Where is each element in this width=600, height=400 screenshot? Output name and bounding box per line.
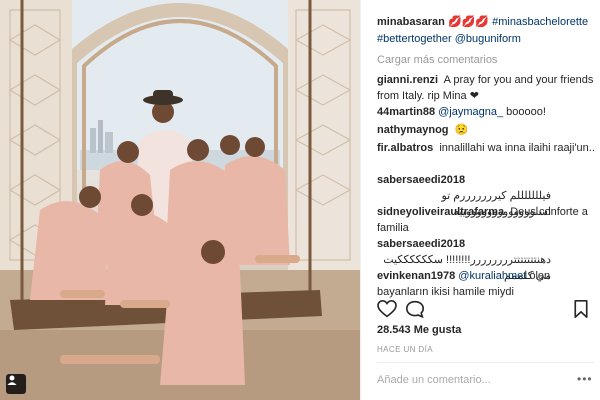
- caption-emoji: 💋💋💋: [447, 16, 490, 28]
- caption-username[interactable]: minabasaran: [377, 16, 445, 28]
- comment-username[interactable]: sabersaeedi2018: [377, 174, 465, 186]
- add-comment-input[interactable]: [377, 370, 573, 390]
- comment-mention[interactable]: @jaymagna_: [438, 106, 503, 118]
- comment-item: sidneyoliveiraultrafarma Deus conforte a…: [377, 204, 595, 236]
- bookmark-icon[interactable]: [573, 300, 589, 323]
- comment-item: nathymaynog 😟: [377, 122, 595, 138]
- post-caption: minabasaran 💋💋💋 #minasbachelorette #bett…: [377, 14, 595, 48]
- load-more-comments-link[interactable]: Cargar más comentarios: [377, 54, 497, 66]
- likes-count[interactable]: 28.543 Me gusta: [377, 324, 461, 336]
- caption-hashtag[interactable]: #minasbachelorette: [492, 16, 588, 28]
- comment-item: evinkenan1978 @kuraliahmet ölen bayanları…: [377, 268, 595, 300]
- comment-icon[interactable]: [405, 300, 425, 323]
- caption-hashtag[interactable]: #bettertogether: [377, 33, 452, 45]
- comment-username[interactable]: nathymaynog: [377, 124, 449, 136]
- photo-illustration: [0, 0, 360, 400]
- user-tag-icon[interactable]: [6, 374, 26, 394]
- heart-icon[interactable]: [377, 299, 397, 323]
- comment-text: 😟: [454, 124, 469, 136]
- comment-username[interactable]: 44martin88: [377, 106, 435, 118]
- comment-username[interactable]: fir.albatros: [377, 142, 433, 154]
- divider: [377, 362, 595, 363]
- comment-item: 44martin88 @jaymagna_ booooo!: [377, 104, 595, 120]
- comment-username[interactable]: sabersaeedi2018: [377, 238, 465, 250]
- post-side-panel: minabasaran 💋💋💋 #minasbachelorette #bett…: [360, 0, 600, 400]
- comment-text: innalillahi wa inna ilaihi raaji'un..: [439, 142, 595, 154]
- comment-item: fir.albatros innalillahi wa inna ilaihi …: [377, 140, 595, 156]
- more-options-button[interactable]: •••: [577, 373, 593, 385]
- post-timestamp: HACE UN DÍA: [377, 345, 433, 354]
- caption-mention[interactable]: @buguniform: [455, 33, 521, 45]
- comment-text: booooo!: [503, 106, 546, 118]
- comment-item: gianni.renzi A pray for you and your fri…: [377, 72, 595, 104]
- comment-mention[interactable]: @kuraliahmet: [458, 270, 526, 282]
- comment-username[interactable]: sidneyoliveiraultrafarma: [377, 206, 504, 218]
- post-actions: [377, 299, 589, 323]
- post-photo[interactable]: [0, 0, 360, 400]
- comment-username[interactable]: gianni.renzi: [377, 74, 438, 86]
- comment-username[interactable]: evinkenan1978: [377, 270, 455, 282]
